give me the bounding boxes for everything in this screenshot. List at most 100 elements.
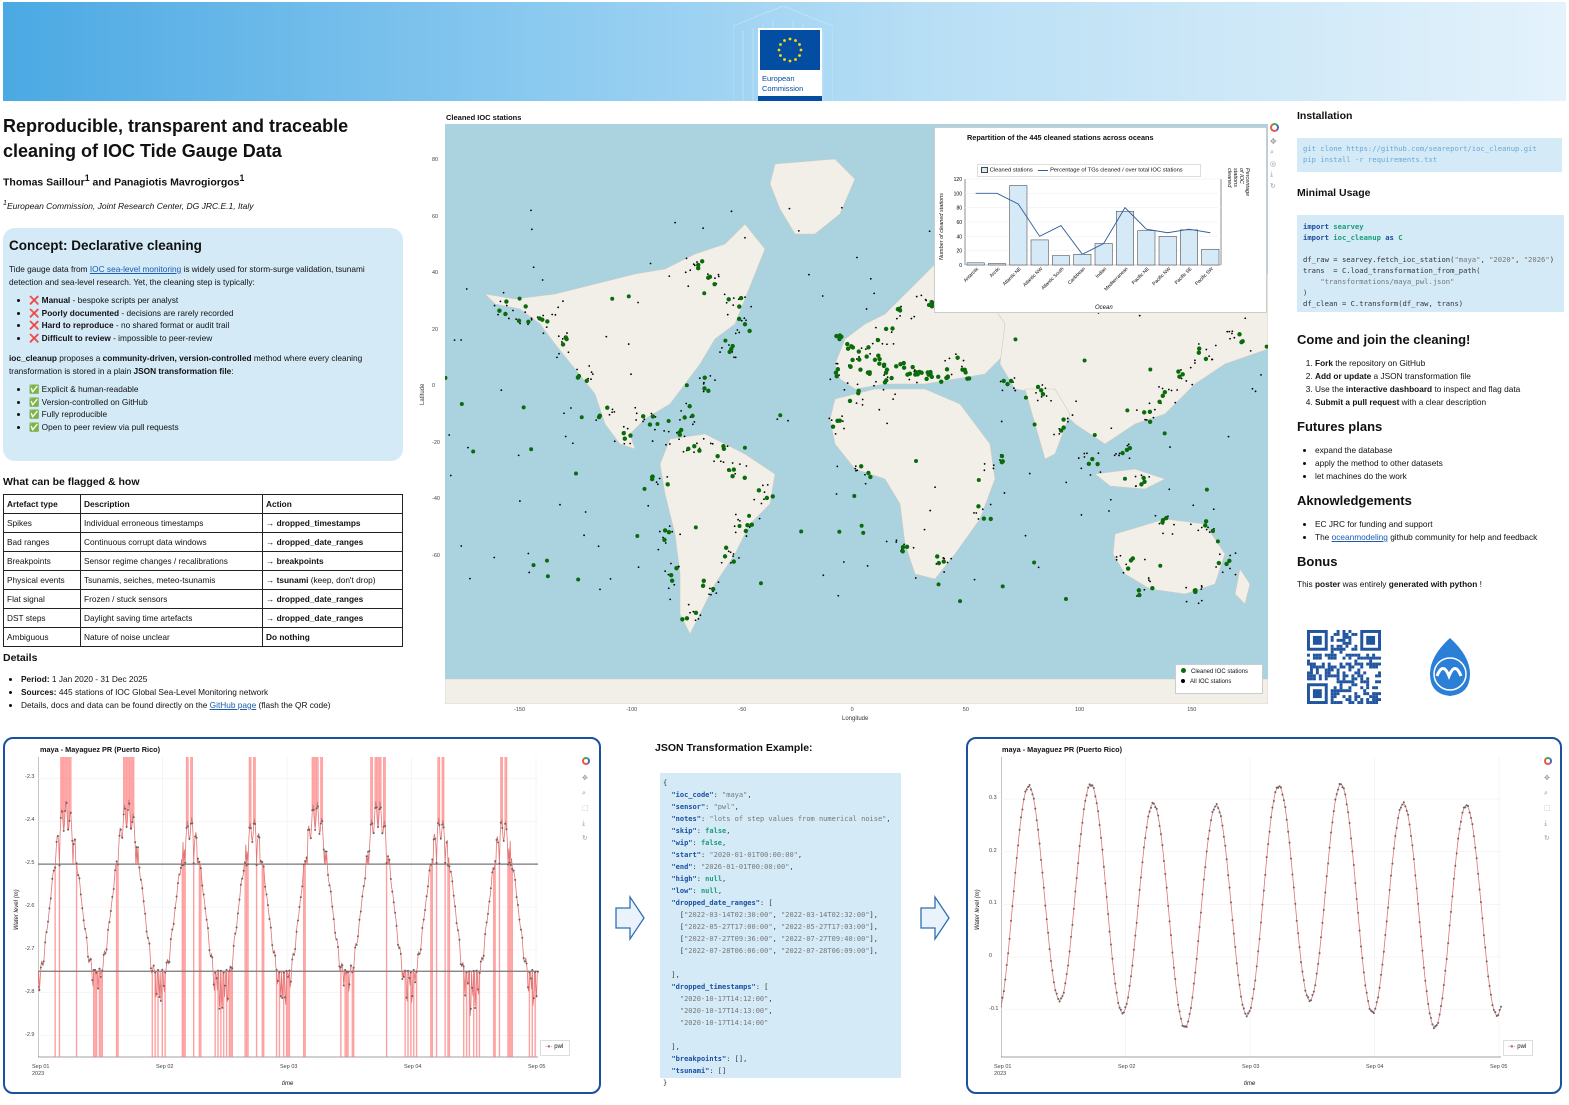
list-item: ❌ Manual - bespoke scripts per analyst — [29, 294, 397, 307]
cleaned-station-point — [1203, 356, 1209, 362]
box-select-icon[interactable]: ⬚ — [582, 801, 590, 816]
station-point — [599, 588, 601, 591]
cleaned-station-point — [859, 523, 864, 528]
check-icon: ✅ — [29, 396, 40, 407]
reset-tool-icon[interactable]: ↻ — [582, 831, 590, 846]
zoom-tool-icon[interactable]: ⌕ — [1270, 149, 1280, 157]
reset-tool-icon[interactable]: ↻ — [1270, 182, 1280, 190]
reset-tool-icon[interactable]: ↻ — [1544, 831, 1552, 846]
station-point — [611, 411, 614, 414]
station-point — [1170, 389, 1173, 392]
cleaned-station-point — [955, 355, 960, 360]
cleaned-station-point — [545, 319, 550, 324]
station-point — [894, 393, 897, 396]
station-point — [830, 419, 833, 422]
bonus-heading: Bonus — [1297, 554, 1338, 569]
cleaned-station-point — [856, 388, 861, 394]
station-point — [595, 419, 598, 422]
cleaned-station-point — [1204, 487, 1209, 492]
station-point — [843, 388, 846, 391]
pan-tool-icon[interactable]: ✥ — [582, 771, 590, 786]
save-tool-icon[interactable]: ⤓ — [582, 816, 590, 831]
cleaned-station-point — [764, 495, 770, 501]
description-cell: Nature of noise unclear — [80, 627, 263, 647]
check-icon: ✅ — [29, 384, 40, 394]
cleaned-station-point — [758, 581, 763, 586]
station-point — [723, 293, 726, 296]
ioc-link[interactable]: IOC sea-level monitoring — [90, 264, 181, 274]
bar — [966, 262, 985, 266]
artefact-table: Artefact type Description Action Spikes … — [3, 494, 403, 647]
raw-timeseries-svg[interactable] — [38, 757, 543, 1062]
zoom-tool-icon[interactable]: ⌕ — [1544, 786, 1552, 801]
station-point — [1214, 344, 1217, 347]
github-link[interactable]: GitHub page — [210, 700, 257, 710]
wheel-zoom-icon[interactable]: ◎ — [1270, 160, 1280, 168]
cleaned-station-point — [1023, 395, 1028, 400]
pan-tool-icon[interactable]: ✥ — [1544, 771, 1552, 786]
station-point — [719, 351, 721, 353]
oceanmodeling-link[interactable]: oceanmodeling — [1332, 532, 1388, 542]
station-point — [1208, 531, 1211, 534]
cleaned-station-point — [1038, 388, 1044, 393]
cleaned-station-point — [778, 413, 783, 418]
station-point — [834, 432, 837, 435]
cleaned-station-point — [1092, 433, 1097, 438]
station-point — [843, 427, 845, 430]
station-point — [745, 465, 748, 467]
artefact-type-cell: Spikes — [3, 513, 81, 533]
station-point — [448, 434, 451, 436]
map-xtick: 100 — [1075, 707, 1085, 713]
station-point — [836, 465, 839, 468]
station-point — [1003, 492, 1006, 494]
pan-tool-icon[interactable]: ✥ — [1270, 137, 1280, 146]
cleaned-station-point — [1202, 523, 1208, 528]
station-point — [1197, 602, 1200, 605]
station-point — [1208, 355, 1211, 357]
box-select-icon[interactable]: ⬚ — [1544, 801, 1552, 816]
cleaned-station-point — [1120, 450, 1125, 456]
qr-code-icon[interactable] — [1306, 630, 1382, 704]
station-point — [1044, 387, 1047, 390]
save-tool-icon[interactable]: ⤓ — [1270, 171, 1280, 179]
map-xlabel: Longitude — [842, 716, 869, 722]
station-point — [708, 593, 710, 596]
station-point — [667, 430, 670, 433]
list-item: Fork the repository on GitHub — [1315, 357, 1562, 370]
cleaned-station-point — [837, 529, 842, 534]
chart-y2label: Percentage of IOC stations cleaned — [1226, 168, 1250, 197]
cleaned-station-point — [584, 378, 589, 383]
cleaned-station-point — [876, 353, 881, 358]
cleaned-station-point — [1122, 476, 1127, 481]
cleaned-station-point — [706, 388, 711, 394]
save-tool-icon[interactable]: ⤓ — [1544, 816, 1552, 831]
station-point — [869, 277, 872, 280]
station-point — [1115, 556, 1118, 558]
map-xtick: -50 — [738, 707, 747, 713]
cleaned-station-point — [834, 374, 839, 379]
clean-timeseries-svg[interactable] — [1001, 757, 1506, 1062]
station-point — [719, 460, 722, 463]
station-point — [1194, 359, 1196, 362]
station-point — [797, 229, 800, 232]
problems-list: ❌ Manual - bespoke scripts per analyst ❌… — [29, 294, 397, 344]
cleaned-station-point — [712, 281, 717, 287]
zoom-tool-icon[interactable]: ⌕ — [582, 786, 590, 801]
station-point — [693, 421, 696, 423]
cleaned-station-point — [523, 304, 528, 309]
cleaned-station-point — [635, 533, 640, 538]
station-point — [1053, 433, 1055, 436]
cleaned-station-point — [1008, 378, 1014, 384]
chart-ytick: 100 — [954, 191, 963, 197]
ytick: 0.3 — [989, 795, 997, 802]
chart-ytick: 60 — [956, 220, 962, 226]
list-item: apply the method to other datasets — [1315, 457, 1562, 470]
concept-intro: Tide gauge data from IOC sea-level monit… — [9, 264, 365, 287]
station-point — [715, 592, 718, 595]
cleaned-station-point — [1139, 482, 1144, 487]
station-point — [992, 467, 995, 470]
action-cell: → breakpoints — [262, 551, 403, 571]
list-item: The oceanmodeling github community for h… — [1315, 531, 1562, 544]
cleaned-station-point — [935, 554, 940, 559]
map-xtick: -100 — [626, 707, 638, 713]
